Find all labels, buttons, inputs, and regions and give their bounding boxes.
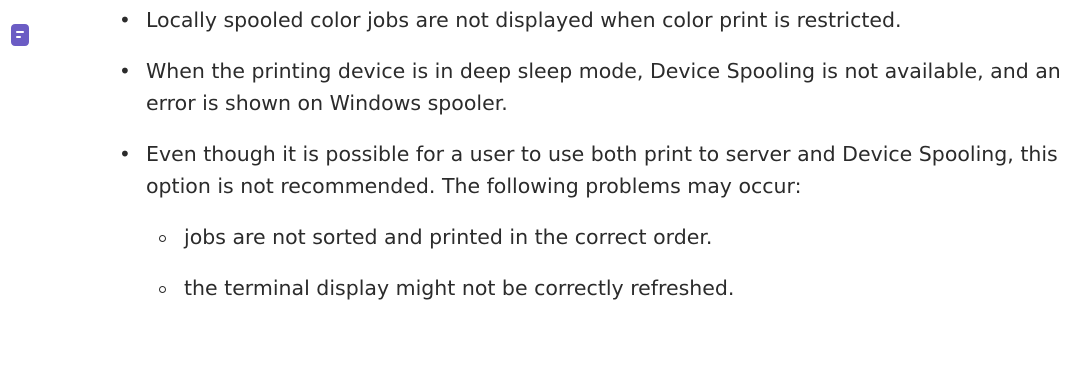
note-icon-line	[16, 36, 21, 38]
note-content: Locally spooled color jobs are not displ…	[106, 4, 1066, 323]
sub-list-item: the terminal display might not be correc…	[146, 272, 1066, 304]
note-icon-line	[16, 31, 24, 33]
list-item-text: Locally spooled color jobs are not displ…	[146, 8, 902, 32]
sub-bullet-list: jobs are not sorted and printed in the c…	[146, 221, 1066, 304]
sub-list-item: jobs are not sorted and printed in the c…	[146, 221, 1066, 253]
sub-list-item-text: jobs are not sorted and printed in the c…	[184, 225, 713, 249]
sub-list-item-text: the terminal display might not be correc…	[184, 276, 735, 300]
list-item: When the printing device is in deep slee…	[106, 55, 1066, 119]
list-item: Even though it is possible for a user to…	[106, 138, 1066, 304]
list-item: Locally spooled color jobs are not displ…	[106, 4, 1066, 36]
list-item-text: When the printing device is in deep slee…	[146, 59, 1061, 115]
list-item-text: Even though it is possible for a user to…	[146, 142, 1058, 198]
bullet-list: Locally spooled color jobs are not displ…	[106, 4, 1066, 304]
note-icon	[11, 24, 29, 46]
